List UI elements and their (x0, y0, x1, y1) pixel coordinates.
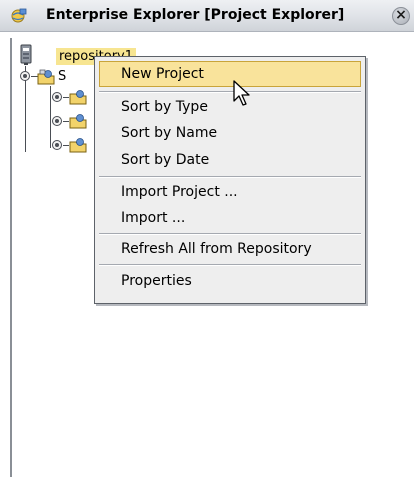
tree-expander[interactable] (52, 116, 62, 126)
project-folder-icon (69, 138, 87, 153)
menu-item-properties[interactable]: Properties (99, 268, 361, 294)
menu-item-import-project[interactable]: Import Project ... (99, 179, 361, 205)
menu-item-sort-by-type[interactable]: Sort by Type (99, 94, 361, 120)
globe-folder-icon (11, 8, 27, 23)
menu-separator (99, 233, 361, 235)
close-button[interactable]: × (392, 7, 410, 25)
title-bar[interactable]: Enterprise Explorer [Project Explorer] × (0, 0, 414, 32)
project-folder-icon (37, 69, 55, 85)
menu-item-import[interactable]: Import ... (99, 205, 361, 231)
menu-separator (99, 176, 361, 178)
project-folder-icon (69, 90, 87, 105)
arrow-pointer-icon (233, 80, 250, 106)
tree-expander[interactable] (52, 140, 62, 150)
repository-server-icon (20, 44, 32, 65)
menu-item-sort-by-name[interactable]: Sort by Name (99, 120, 361, 146)
menu-separator (99, 264, 361, 266)
context-menu: New Project Sort by Type Sort by Name So… (94, 56, 366, 304)
window-title: Enterprise Explorer [Project Explorer] (46, 7, 345, 23)
project-folder-icon (69, 114, 87, 129)
menu-item-refresh-all[interactable]: Refresh All from Repository (99, 236, 361, 262)
tree-item-label[interactable]: S (58, 68, 66, 85)
explorer-window: Enterprise Explorer [Project Explorer] ×… (0, 0, 414, 477)
menu-item-new-project[interactable]: New Project (99, 61, 361, 87)
tree-expander[interactable] (52, 92, 62, 102)
menu-item-sort-by-date[interactable]: Sort by Date (99, 147, 361, 173)
close-icon: × (395, 7, 407, 23)
tree-expander[interactable] (20, 71, 30, 81)
tree-line (50, 86, 51, 148)
menu-separator (99, 91, 361, 93)
